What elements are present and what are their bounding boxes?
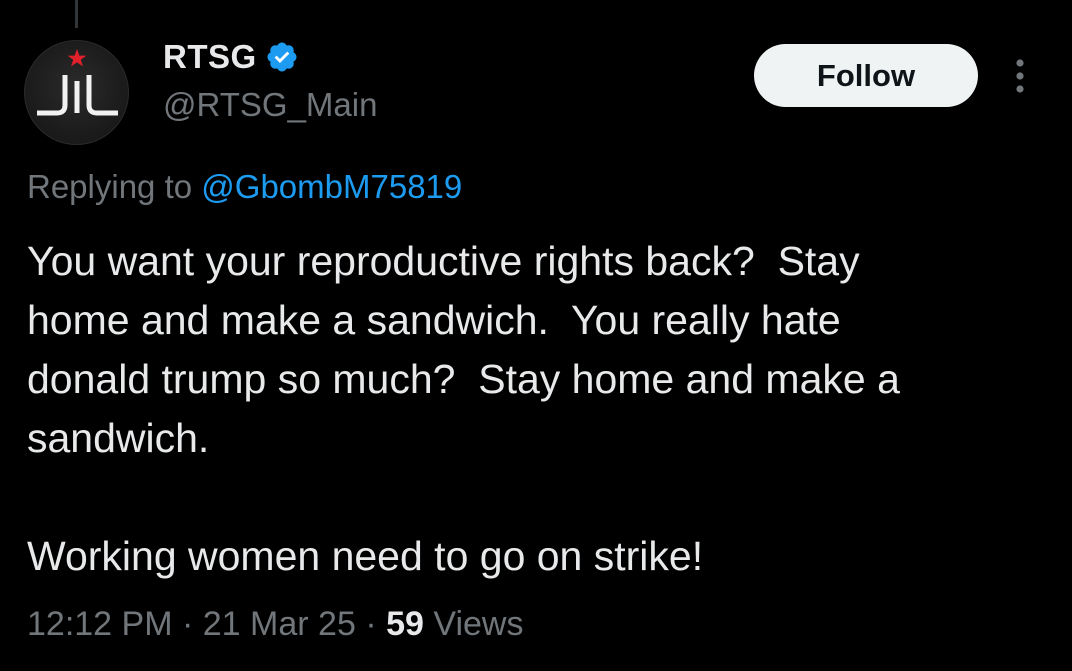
follow-button[interactable]: Follow (754, 44, 978, 107)
tweet-date[interactable]: 21 Mar 25 (203, 605, 356, 643)
display-name[interactable]: RTSG (163, 38, 257, 76)
more-options-icon[interactable] (1008, 56, 1032, 96)
replying-to-label: Replying to (27, 168, 193, 205)
tweet-meta: 12:12 PM · 21 Mar 25 · 59 Views (27, 605, 523, 644)
verified-badge-icon (267, 42, 297, 72)
thread-connector-line (75, 0, 78, 28)
tweet-time[interactable]: 12:12 PM (27, 605, 173, 643)
views-label: Views (433, 605, 524, 643)
views-count: 59 (386, 605, 424, 643)
reply-mention-link[interactable]: @GbombM75819 (201, 168, 462, 205)
meta-separator: · (181, 605, 194, 643)
author-name-row: RTSG (163, 38, 299, 76)
rtsg-logo-icon (37, 49, 118, 116)
meta-separator: · (365, 605, 377, 643)
tweet-text: You want your reproductive rights back? … (27, 238, 900, 579)
replying-to-line: Replying to @GbombM75819 (27, 168, 462, 206)
author-handle[interactable]: @RTSG_Main (163, 86, 377, 124)
avatar[interactable] (24, 40, 129, 145)
